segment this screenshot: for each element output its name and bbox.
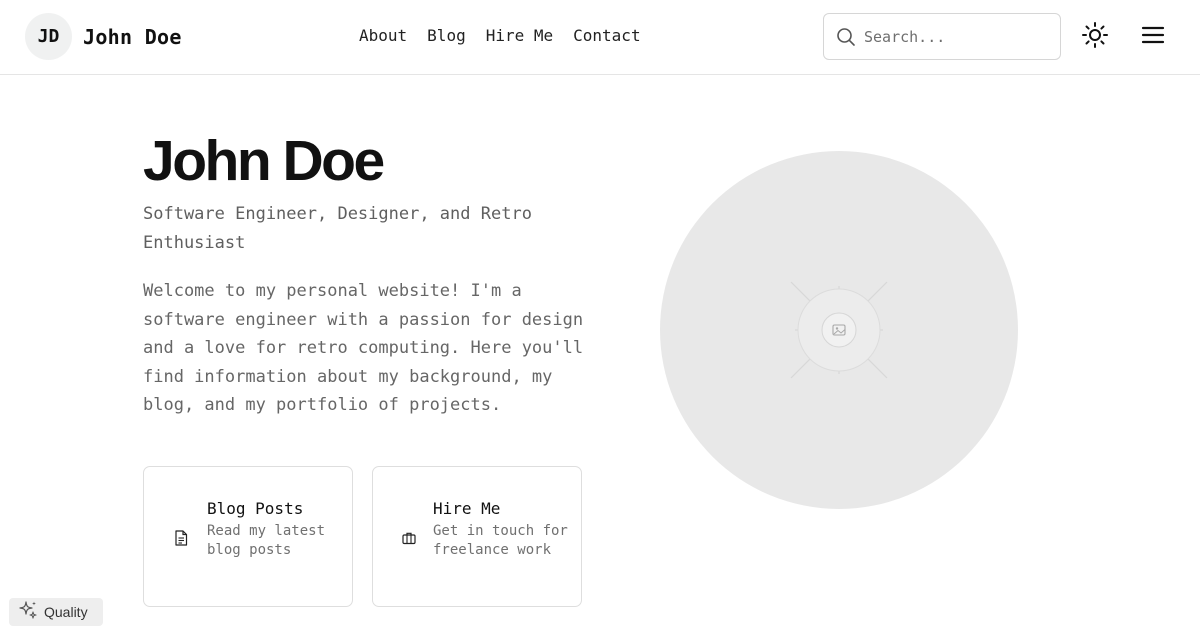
theme-toggle-button[interactable] [1080, 22, 1110, 52]
briefcase-icon [402, 530, 416, 545]
brand[interactable]: JD John Doe [25, 13, 182, 60]
sun-icon [1081, 21, 1109, 53]
card-description: Read my latest blog posts [207, 523, 326, 558]
profile-image-placeholder [660, 151, 1018, 509]
quality-badge[interactable]: Quality [9, 598, 103, 626]
hire-me-card[interactable]: Hire Me Get in touch for freelance work [372, 466, 582, 607]
main-nav: About Blog Hire Me Contact [359, 25, 641, 47]
hero-intro: Welcome to my personal website! I'm a so… [143, 281, 584, 416]
nav-link-about[interactable]: About [359, 25, 407, 47]
menu-button[interactable] [1139, 24, 1167, 50]
image-placeholder-icon [790, 281, 888, 379]
sparkles-icon [17, 599, 39, 625]
search-icon [836, 27, 856, 47]
blog-posts-card[interactable]: Blog Posts Read my latest blog posts [143, 466, 353, 607]
search-box[interactable] [823, 13, 1061, 60]
brand-name[interactable]: John Doe [83, 25, 182, 49]
search-input[interactable] [864, 27, 1044, 46]
quality-label: Quality [44, 604, 88, 620]
avatar[interactable]: JD [25, 13, 72, 60]
card-text: Blog Posts Read my latest blog posts [207, 498, 337, 560]
nav-link-contact[interactable]: Contact [573, 25, 640, 47]
nav-link-blog[interactable]: Blog [427, 25, 466, 47]
card-title: Blog Posts [207, 499, 304, 518]
hamburger-menu-icon [1141, 25, 1165, 49]
page-title: John Doe [143, 129, 385, 193]
card-title: Hire Me [433, 499, 501, 518]
hero-subtitle: Software Engineer, Designer, and Retro E… [143, 204, 532, 253]
site-header: JD John Doe About Blog Hire Me Contact [0, 0, 1200, 75]
document-icon [174, 530, 188, 546]
card-description: Get in touch for freelance work [433, 523, 568, 558]
card-text: Hire Me Get in touch for freelance work [433, 498, 568, 560]
nav-link-hire-me[interactable]: Hire Me [486, 25, 553, 47]
